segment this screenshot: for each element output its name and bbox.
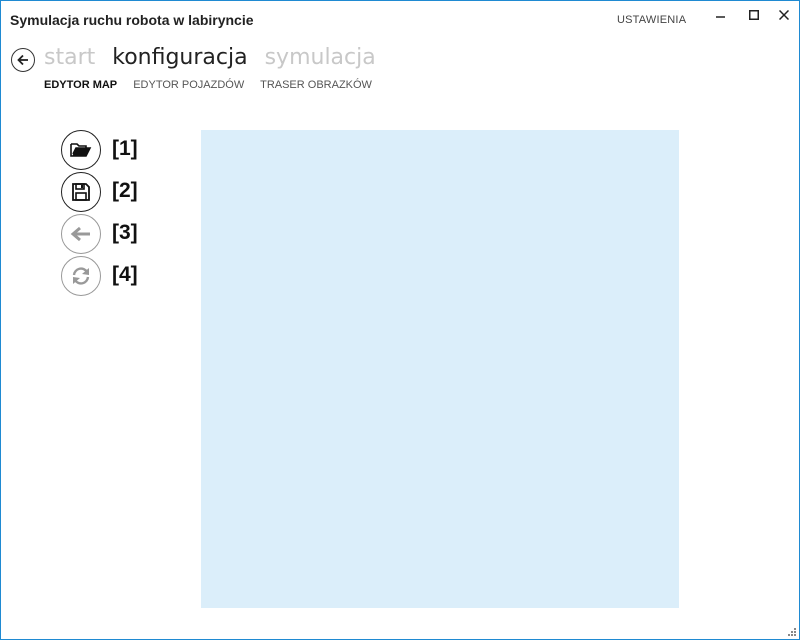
subtab-image-tracer[interactable]: TRASER OBRAZKÓW	[260, 79, 372, 91]
undo-label: [3]	[112, 221, 138, 244]
arrow-left-icon	[17, 54, 28, 66]
close-icon	[779, 10, 789, 20]
maximize-icon	[749, 10, 759, 20]
minimize-button[interactable]	[706, 4, 736, 26]
title-bar[interactable]: Symulacja ruchu robota w labiryncie USTA…	[1, 1, 799, 39]
save-map-button[interactable]	[61, 172, 101, 212]
undo-button[interactable]	[61, 214, 101, 254]
app-title: Symulacja ruchu robota w labiryncie	[10, 12, 254, 28]
undo-arrow-icon	[70, 226, 90, 242]
subtab-vehicle-editor[interactable]: EDYTOR POJAZDÓW	[133, 79, 244, 91]
save-map-label: [2]	[112, 179, 138, 202]
tab-symulacja[interactable]: symulacja	[265, 45, 376, 70]
close-button[interactable]	[769, 4, 799, 26]
open-map-button[interactable]	[61, 130, 101, 170]
subtab-map-editor[interactable]: EDYTOR MAP	[44, 79, 117, 91]
save-icon	[72, 183, 90, 201]
tab-start[interactable]: start	[44, 45, 95, 70]
minimize-icon	[716, 16, 725, 18]
sub-navigation: EDYTOR MAP EDYTOR POJAZDÓW TRASER OBRAZK…	[44, 79, 385, 91]
main-navigation: start konfiguracja symulacja	[44, 45, 386, 70]
resize-grip-icon[interactable]	[787, 627, 797, 637]
app-window: Symulacja ruchu robota w labiryncie USTA…	[0, 0, 800, 640]
back-button[interactable]	[11, 48, 35, 72]
refresh-button[interactable]	[61, 256, 101, 296]
refresh-icon	[72, 267, 90, 285]
open-map-label: [1]	[112, 137, 138, 160]
maximize-button[interactable]	[739, 4, 769, 26]
refresh-label: [4]	[112, 263, 138, 286]
map-canvas[interactable]	[201, 130, 679, 608]
settings-link[interactable]: USTAWIENIA	[617, 14, 686, 26]
tab-konfiguracja[interactable]: konfiguracja	[112, 45, 247, 70]
open-folder-icon	[70, 143, 92, 157]
